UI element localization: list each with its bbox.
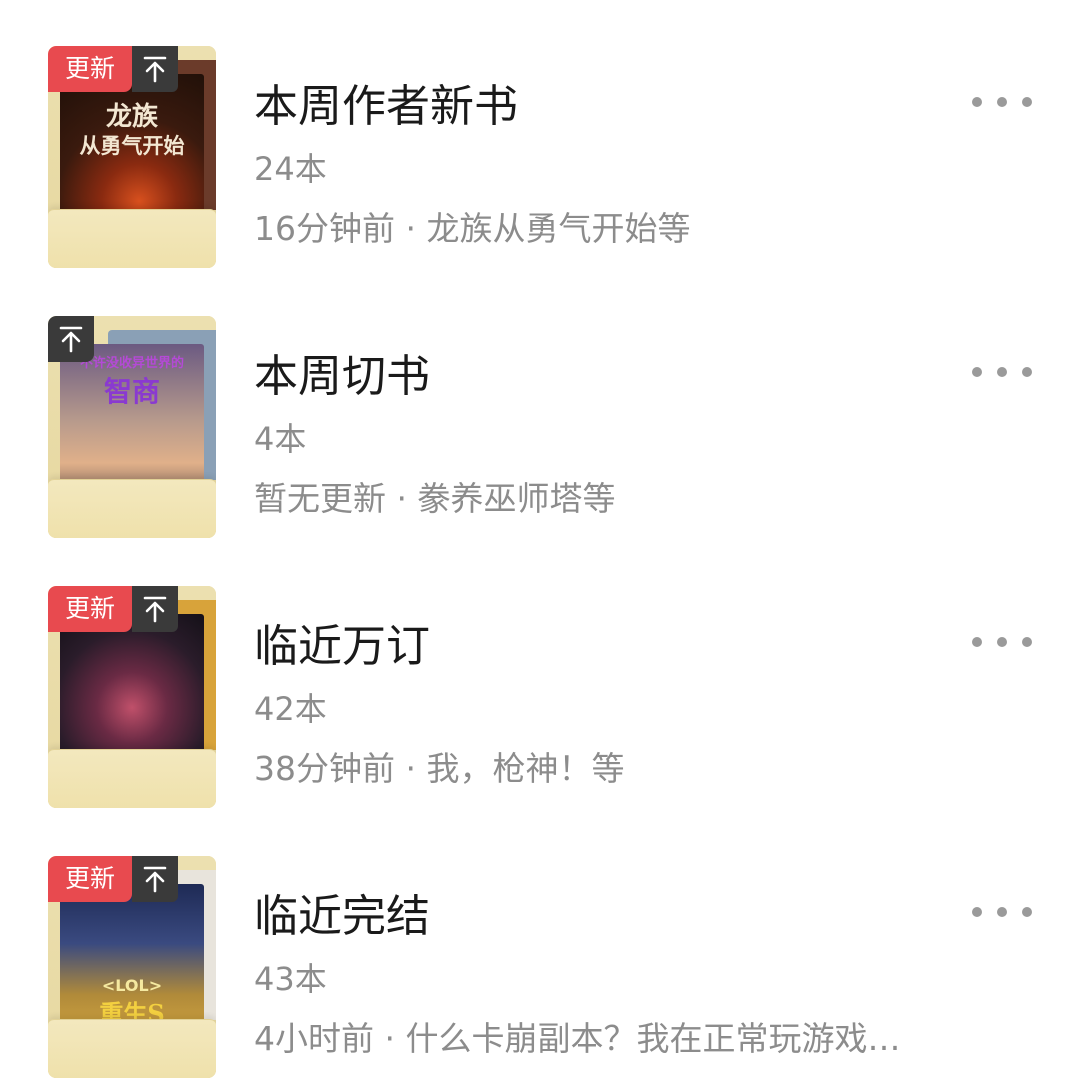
booklist-item[interactable]: 更新 临近万订 42本 38分钟前 · 我，枪神！等 (0, 586, 1080, 836)
more-icon[interactable] (972, 90, 1032, 114)
book-count: 42本 (254, 690, 327, 728)
more-icon[interactable] (972, 630, 1032, 654)
booklist-item[interactable]: 龙族 从勇气开始 更新 本周作者新书 24本 16分钟前 · 龙族从勇气开始等 (0, 46, 1080, 296)
pin-icon[interactable] (132, 46, 178, 92)
folder-cover[interactable]: <LOL> 重生S 更新 (48, 856, 216, 1078)
book-count: 4本 (254, 420, 307, 458)
list-title: 临近万订 (254, 621, 430, 672)
pin-icon[interactable] (48, 316, 94, 362)
folder-cover[interactable]: 不许没收异世界的 智商 (48, 316, 216, 538)
more-icon[interactable] (972, 900, 1032, 924)
folder-cover[interactable]: 龙族 从勇气开始 更新 (48, 46, 216, 268)
update-info: 38分钟前 · 我，枪神！等 (254, 749, 625, 788)
folder-pocket (48, 479, 216, 538)
pin-icon[interactable] (132, 856, 178, 902)
pin-icon[interactable] (132, 586, 178, 632)
update-info: 4小时前 · 什么卡崩副本？我在正常玩游戏… (254, 1019, 901, 1058)
folder-pocket (48, 209, 216, 268)
update-info: 暂无更新 · 豢养巫师塔等 (254, 479, 616, 518)
cover-subtitle: 智商 (103, 375, 160, 408)
booklist-item[interactable]: 不许没收异世界的 智商 本周切书 4本 暂无更新 · 豢养巫师塔等 (0, 316, 1080, 566)
folder-pocket (48, 1019, 216, 1078)
list-title: 本周切书 (254, 351, 430, 402)
update-info: 16分钟前 · 龙族从勇气开始等 (254, 209, 691, 248)
cover-subtitle: 从勇气开始 (79, 133, 185, 158)
folder-pocket (48, 749, 216, 808)
list-title: 临近完结 (254, 891, 430, 942)
book-count: 43本 (254, 960, 327, 998)
more-icon[interactable] (972, 360, 1032, 384)
folder-cover[interactable]: 更新 (48, 586, 216, 808)
update-badge: 更新 (48, 46, 132, 92)
book-count: 24本 (254, 150, 327, 188)
cover-title: 龙族 (105, 102, 158, 132)
booklist-list: 龙族 从勇气开始 更新 本周作者新书 24本 16分钟前 · 龙族从勇气开始等 … (0, 0, 1080, 1080)
cover-title: <LOL> (101, 976, 163, 995)
update-badge: 更新 (48, 856, 132, 902)
update-badge: 更新 (48, 586, 132, 632)
booklist-item[interactable]: <LOL> 重生S 更新 临近完结 43本 4小时前 · 什么卡崩副本？我在正常… (0, 856, 1080, 1080)
list-title: 本周作者新书 (254, 81, 518, 132)
